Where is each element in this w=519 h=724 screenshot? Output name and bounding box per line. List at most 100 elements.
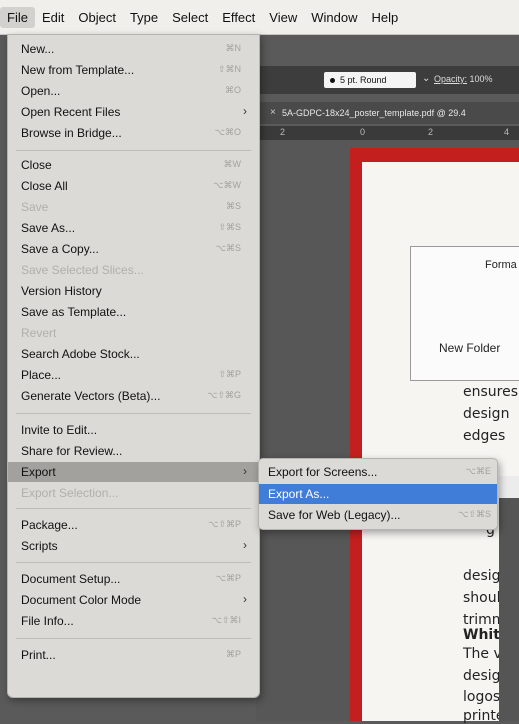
menu-type[interactable]: Type [123, 10, 165, 25]
shortcut: ⌥⇧⌘G [207, 390, 241, 400]
menu-item-label: Save as Template... [21, 305, 127, 319]
poster-text: desig [463, 568, 501, 584]
menu-item-label: Generate Vectors (Beta)... [21, 389, 161, 403]
menu-separator [16, 638, 251, 639]
shortcut: ⌘P [225, 649, 241, 659]
menu-window[interactable]: Window [304, 10, 364, 25]
file-menu: New... ⌘N New from Template... ⇧⌘N Open.… [7, 34, 260, 698]
menu-item-close[interactable]: Close ⌘W [8, 155, 259, 175]
poster-text: ensures [463, 384, 519, 400]
menu-item-label: Save As... [21, 221, 76, 235]
menu-item-label: Save Selected Slices... [21, 263, 144, 277]
poster-text: The v [463, 646, 502, 662]
menu-item-new[interactable]: New... ⌘N [8, 39, 259, 59]
shortcut: ⌥⇧⌘I [211, 615, 241, 625]
menu-item-document-color-mode[interactable]: Document Color Mode › [8, 590, 259, 610]
menu-item-label: Document Setup... [21, 572, 121, 586]
menu-item-label: Version History [21, 284, 102, 298]
menu-item-save-copy[interactable]: Save a Copy... ⌥⌘S [8, 239, 259, 259]
menu-item-label: File Info... [21, 614, 74, 628]
menu-item-label: Export for Screens... [268, 465, 378, 479]
shortcut: ⇧⌘N [217, 64, 241, 74]
menu-item-scripts[interactable]: Scripts › [8, 536, 259, 556]
ruler-tick: 2 [280, 127, 286, 137]
menu-effect[interactable]: Effect [215, 10, 262, 25]
menu-item-label: Save a Copy... [21, 242, 99, 256]
menu-item-label: Close All [21, 179, 68, 193]
menu-item-label: Revert [21, 326, 57, 340]
menu-item-label: Browse in Bridge... [21, 126, 122, 140]
menu-item-label: Package... [21, 518, 78, 532]
menu-item-label: Export As... [268, 487, 330, 501]
shortcut: ⌥⌘E [465, 466, 491, 476]
close-icon[interactable]: × [270, 107, 276, 118]
menu-item-search-stock[interactable]: Search Adobe Stock... [8, 344, 259, 364]
chevron-down-icon[interactable]: ⌄ [422, 73, 430, 84]
menu-item-place[interactable]: Place... ⇧⌘P [8, 365, 259, 385]
menu-separator [16, 508, 251, 509]
menu-item-close-all[interactable]: Close All ⌥⌘W [8, 176, 259, 196]
shortcut: ⌥⇧⌘S [458, 509, 491, 519]
menu-item-print[interactable]: Print... ⌘P [8, 645, 259, 665]
menu-file[interactable]: File [0, 6, 35, 28]
menu-item-label: New from Template... [21, 63, 135, 77]
shortcut: ⌘N [225, 43, 242, 53]
menu-item-revert: Revert [8, 323, 259, 343]
ruler-tick: 2 [428, 127, 434, 137]
menu-item-export-for-screens[interactable]: Export for Screens... ⌥⌘E [259, 462, 497, 482]
menu-item-document-setup[interactable]: Document Setup... ⌥⌘P [8, 569, 259, 589]
menu-item-label: Save for Web (Legacy)... [268, 508, 401, 522]
menu-separator [16, 150, 251, 151]
opacity-control[interactable]: Opacity: 100% [434, 74, 493, 84]
poster-text: edges [463, 428, 506, 444]
shortcut: ⌘S [225, 201, 241, 211]
save-dialog: Forma New Folder [410, 246, 519, 381]
poster-heading: Whit [463, 627, 500, 643]
chevron-right-icon: › [243, 538, 247, 552]
menu-item-browse-bridge[interactable]: Browse in Bridge... ⌥⌘O [8, 123, 259, 143]
poster-text: shoul [463, 590, 501, 606]
shortcut: ⌥⌘W [213, 180, 241, 190]
stroke-profile-dropdown[interactable]: 5 pt. Round [324, 72, 416, 88]
menu-item-label: Search Adobe Stock... [21, 347, 140, 361]
menu-item-label: Save [21, 200, 49, 214]
menu-item-file-info[interactable]: File Info... ⌥⇧⌘I [8, 611, 259, 631]
menu-help[interactable]: Help [364, 10, 405, 25]
menu-item-new-from-template[interactable]: New from Template... ⇧⌘N [8, 60, 259, 80]
menu-item-label: Share for Review... [21, 444, 123, 458]
menu-item-save-for-web[interactable]: Save for Web (Legacy)... ⌥⇧⌘S [259, 505, 497, 525]
shortcut: ⇧⌘P [218, 369, 241, 379]
menu-item-version-history[interactable]: Version History [8, 281, 259, 301]
brush-dot-icon [330, 77, 335, 83]
chevron-right-icon: › [243, 104, 247, 118]
menu-item-export-selection: Export Selection... [8, 483, 259, 503]
menu-item-open-recent[interactable]: Open Recent Files › [8, 102, 259, 122]
menu-item-invite-edit[interactable]: Invite to Edit... [8, 420, 259, 440]
shortcut: ⌥⌘P [215, 573, 241, 583]
chevron-right-icon: › [243, 464, 247, 478]
menu-bar: File Edit Object Type Select Effect View… [0, 0, 519, 35]
menu-object[interactable]: Object [71, 10, 123, 25]
menu-separator [16, 413, 251, 414]
menu-item-export[interactable]: Export › [8, 462, 259, 482]
document-tab[interactable]: 5A-GDPC-18x24_poster_template.pdf @ 29.4 [256, 102, 519, 124]
menu-item-open[interactable]: Open... ⌘O [8, 81, 259, 101]
menu-item-label: Invite to Edit... [21, 423, 98, 437]
menu-item-label: Open... [21, 84, 61, 98]
menu-item-export-as[interactable]: Export As... [259, 484, 497, 504]
menu-item-generate-vectors[interactable]: Generate Vectors (Beta)... ⌥⇧⌘G [8, 386, 259, 406]
menu-view[interactable]: View [262, 10, 304, 25]
menu-item-save-template[interactable]: Save as Template... [8, 302, 259, 322]
chevron-right-icon: › [243, 592, 247, 606]
control-bar: 5 pt. Round ⌄ Opacity: 100% [256, 66, 519, 94]
menu-select[interactable]: Select [165, 10, 215, 25]
menu-edit[interactable]: Edit [35, 10, 71, 25]
menu-item-save-as[interactable]: Save As... ⇧⌘S [8, 218, 259, 238]
menu-item-label: Place... [21, 368, 62, 382]
export-submenu: Export for Screens... ⌥⌘E Export As... S… [258, 458, 498, 530]
new-folder-button[interactable]: New Folder [439, 341, 500, 355]
poster-text: design [463, 406, 510, 422]
shortcut: ⌥⌘O [214, 127, 241, 137]
menu-item-share-review[interactable]: Share for Review... [8, 441, 259, 461]
menu-item-package[interactable]: Package... ⌥⇧⌘P [8, 515, 259, 535]
